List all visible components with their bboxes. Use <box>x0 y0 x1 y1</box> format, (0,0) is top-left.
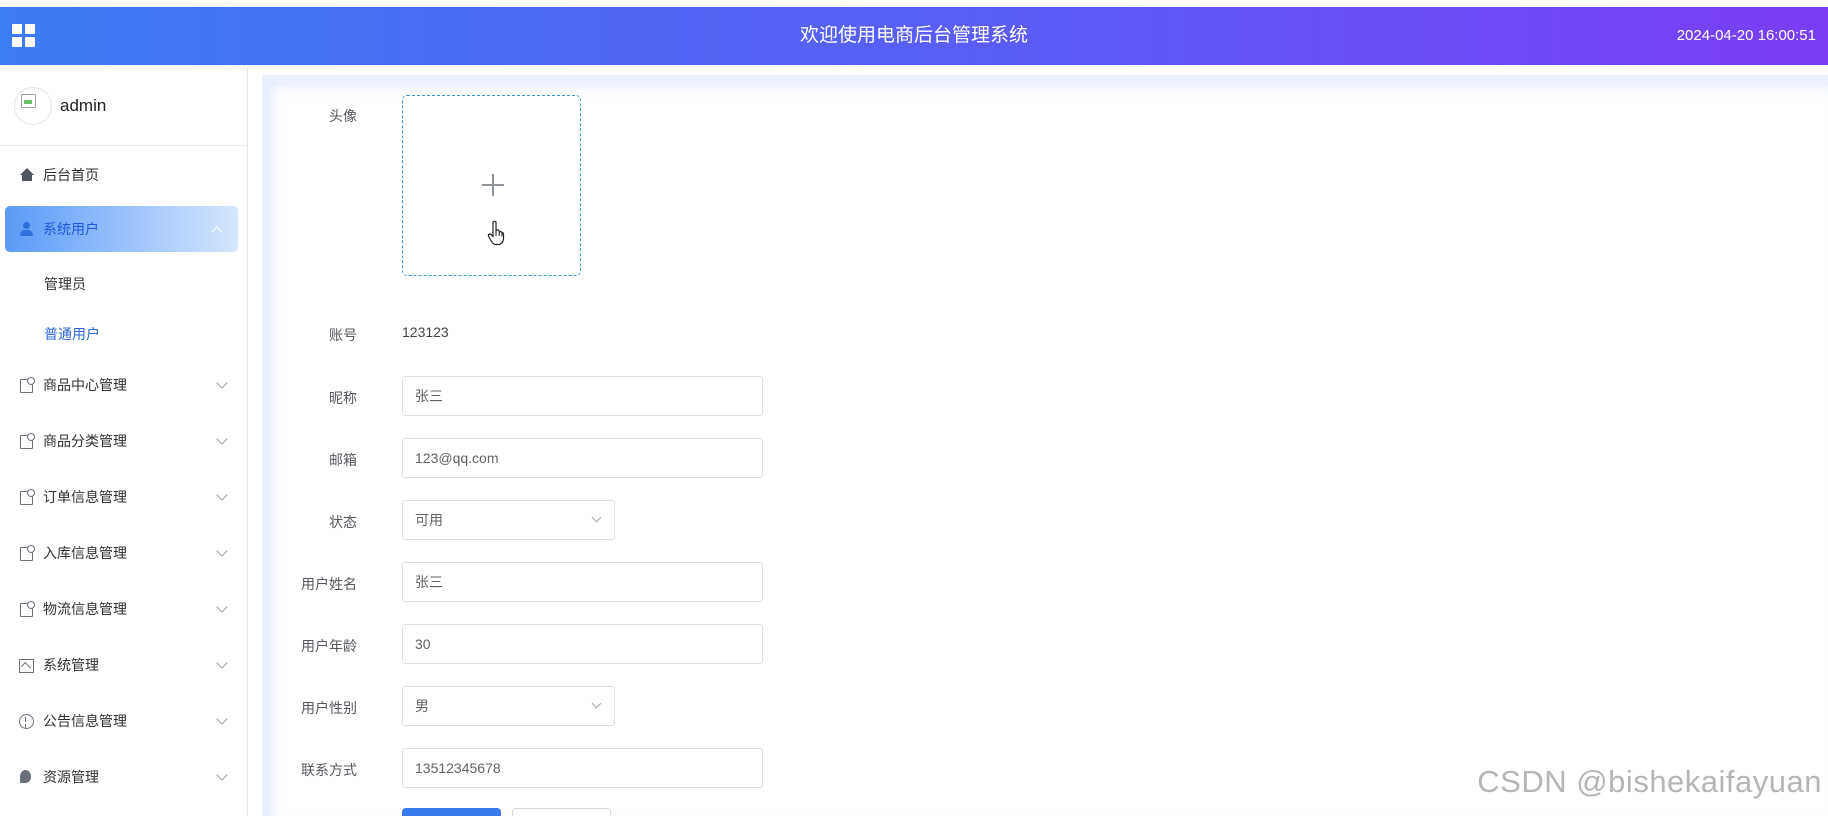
sidebar-item-warehousing[interactable]: 入库信息管理 <box>0 530 248 576</box>
gender-selected-value: 男 <box>415 698 429 714</box>
chevron-down-icon <box>216 769 228 781</box>
chevron-down-icon <box>591 512 602 523</box>
sidebar-item-label: 资源管理 <box>43 769 99 785</box>
status-label: 状态 <box>329 514 357 530</box>
account-label: 账号 <box>329 327 357 343</box>
email-input[interactable] <box>402 438 763 478</box>
username: admin <box>60 96 107 115</box>
sidebar: admin 后台首页 系统用户 管理员 普通用户 商品中心管理 商品分类管理 订… <box>0 68 248 816</box>
header-title: 欢迎使用电商后台管理系统 <box>799 25 1028 46</box>
sidebar-item-resources[interactable]: 资源管理 <box>0 754 248 800</box>
sidebar-item-label: 入库信息管理 <box>43 545 127 561</box>
sidebar-item-label: 公告信息管理 <box>43 713 127 729</box>
gender-label: 用户性别 <box>301 700 357 716</box>
hand-cursor-icon <box>487 220 505 246</box>
leaf-icon <box>18 769 34 785</box>
sidebar-item-label: 物流信息管理 <box>43 601 127 617</box>
chevron-down-icon <box>216 377 228 389</box>
chevron-down-icon <box>216 657 228 669</box>
sidebar-item-product-category[interactable]: 商品分类管理 <box>0 418 248 464</box>
sidebar-item-label: 订单信息管理 <box>43 489 127 505</box>
header-datetime: 2024-04-20 16:00:51 <box>1676 27 1816 44</box>
sidebar-item-announcements[interactable]: 公告信息管理 <box>0 698 248 744</box>
submit-button[interactable] <box>402 808 501 816</box>
chevron-down-icon <box>216 713 228 725</box>
document-icon <box>18 545 35 561</box>
info-icon <box>18 713 34 729</box>
chevron-down-icon <box>591 698 602 709</box>
sidebar-item-label: 后台首页 <box>43 167 99 183</box>
sidebar-item-label: 系统管理 <box>43 657 99 673</box>
chevron-down-icon <box>216 433 228 445</box>
home-icon <box>18 167 34 183</box>
phone-label: 联系方式 <box>301 762 357 778</box>
sidebar-item-orders[interactable]: 订单信息管理 <box>0 474 248 520</box>
top-header: 欢迎使用电商后台管理系统 2024-04-20 16:00:51 <box>0 7 1828 65</box>
sidebar-item-home[interactable]: 后台首页 <box>0 152 248 198</box>
user-profile: admin <box>0 68 248 146</box>
sidebar-subitem-normal-users[interactable]: 普通用户 <box>44 324 100 344</box>
document-icon <box>18 433 35 449</box>
user-icon <box>18 221 34 237</box>
watermark: CSDN @bishekaifayuan <box>1477 764 1822 799</box>
name-label: 用户姓名 <box>301 576 357 592</box>
gender-select[interactable]: 男 <box>402 686 615 726</box>
cancel-button[interactable] <box>512 808 611 816</box>
document-icon <box>18 489 35 505</box>
account-value: 123123 <box>402 324 449 340</box>
sidebar-item-logistics[interactable]: 物流信息管理 <box>0 586 248 632</box>
chevron-up-icon <box>211 226 223 238</box>
status-selected-value: 可用 <box>415 512 443 528</box>
sidebar-subitem-admins[interactable]: 管理员 <box>44 274 86 294</box>
sidebar-item-system-management[interactable]: 系统管理 <box>0 642 248 688</box>
email-label: 邮箱 <box>329 452 357 468</box>
age-input[interactable] <box>402 624 763 664</box>
avatar-upload[interactable] <box>402 95 581 276</box>
chevron-down-icon <box>216 601 228 613</box>
picture-icon <box>18 657 34 673</box>
phone-input[interactable] <box>402 748 763 788</box>
sidebar-item-product-center[interactable]: 商品中心管理 <box>0 362 248 408</box>
document-icon <box>18 377 35 393</box>
nickname-input[interactable] <box>402 376 763 416</box>
status-select[interactable]: 可用 <box>402 500 615 540</box>
sidebar-item-system-users[interactable]: 系统用户 <box>5 206 238 252</box>
document-icon <box>18 601 35 617</box>
name-input[interactable] <box>402 562 763 602</box>
avatar-label: 头像 <box>329 108 357 124</box>
age-label: 用户年龄 <box>301 638 357 654</box>
chevron-down-icon <box>216 489 228 501</box>
sidebar-item-label: 商品中心管理 <box>43 377 127 393</box>
sidebar-item-label: 系统用户 <box>43 221 99 237</box>
sidebar-item-label: 商品分类管理 <box>43 433 127 449</box>
nickname-label: 昵称 <box>329 390 357 406</box>
chevron-down-icon <box>216 545 228 557</box>
avatar[interactable] <box>14 87 52 125</box>
